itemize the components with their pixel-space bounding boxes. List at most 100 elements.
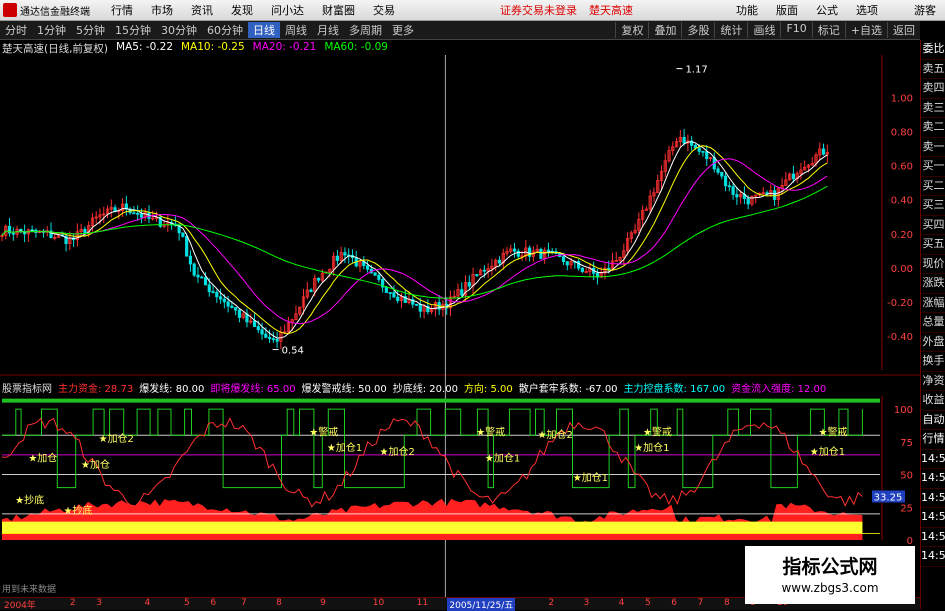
candle-body [512, 248, 517, 252]
candle-body [460, 289, 464, 296]
candle-body [260, 329, 264, 335]
candle-body [497, 259, 502, 264]
candle-body [467, 282, 471, 287]
candle-body [196, 274, 200, 278]
signal-label: ★警戒 [476, 425, 505, 438]
candle-body [203, 277, 208, 286]
indicator-legend-item: 爆发警戒线: 50.00 [301, 384, 387, 395]
y-tick-label: 0.00 [891, 264, 913, 275]
date-axis-tick: 4 [144, 598, 151, 608]
date-axis-tick: 4 [618, 598, 625, 608]
signal-label: ★加仓2 [538, 428, 573, 441]
sidebar-item[interactable]: 卖三 [921, 99, 945, 118]
future-data-note: 用到未来数据 [2, 585, 57, 595]
indicator-y-tick-label: 100 [894, 405, 913, 416]
y-tick-label: 0.60 [891, 162, 913, 173]
sidebar-item[interactable]: 买四 [921, 216, 945, 235]
date-axis-tick: 5 [183, 598, 190, 608]
sidebar-item[interactable]: 14:50 [921, 489, 945, 508]
sidebar-item[interactable]: 现价 [921, 255, 945, 274]
candle-body [821, 148, 826, 155]
sidebar-item[interactable]: 卖五 [921, 60, 945, 79]
sidebar-item[interactable]: 14:50 [921, 547, 945, 567]
signal-label: ★加仓 [81, 458, 110, 471]
candle-body [181, 232, 185, 237]
signal-label: ★警戒 [819, 425, 848, 438]
candle-body [343, 252, 347, 256]
candle-body [607, 267, 611, 270]
candle-body [271, 338, 275, 341]
candle-body [746, 198, 750, 205]
date-axis-tick: 10 [372, 598, 385, 608]
candle-body [418, 304, 422, 312]
indicator-legend-item: 资金流入强度: 12.00 [731, 384, 827, 395]
sidebar-item[interactable]: 收益 [921, 391, 945, 411]
candle-body [731, 186, 735, 195]
candle-body [234, 307, 238, 311]
indicator-legend-item: 方向: 5.00 [463, 384, 513, 395]
watermark-url: www.zbgs3.com [781, 581, 879, 595]
candle-body [256, 326, 260, 331]
sidebar-item[interactable]: 委比 [921, 40, 945, 60]
current-value-label: 33.25 [874, 492, 903, 503]
sidebar-item[interactable]: 卖二 [921, 118, 945, 138]
candle-body [580, 267, 584, 272]
sidebar-item[interactable]: 自动 [921, 411, 945, 430]
date-axis-tick: 2 [69, 598, 76, 608]
date-axis-tick: 8 [276, 598, 282, 608]
date-axis-tick: 2 [548, 598, 555, 608]
candle-body [377, 274, 381, 280]
candle-body [218, 296, 223, 300]
candle-body [384, 286, 388, 293]
sidebar-item[interactable]: 买二 [921, 177, 945, 196]
sidebar-item[interactable]: 卖四 [921, 79, 945, 99]
indicator-y-tick-label: 75 [900, 438, 913, 449]
candle-body [226, 301, 230, 307]
date-axis-tick: 3 [96, 598, 102, 608]
sidebar-item[interactable]: 14:50 [921, 450, 945, 469]
sidebar-item[interactable]: 外盘 [921, 333, 945, 352]
candle-body [373, 272, 377, 276]
date-axis-tick: 9 [320, 598, 326, 608]
candle-body [230, 305, 234, 308]
y-tick-label: 0.80 [891, 128, 913, 139]
candle-body [222, 298, 226, 303]
indicator-legend-item: 散户套牢系数: -67.00 [518, 384, 618, 395]
sidebar-item[interactable]: 总量 [921, 313, 945, 333]
candle-body [735, 194, 739, 198]
indicator-legend-item: 主力资金: 28.73 [58, 384, 134, 395]
sidebar-item[interactable]: 行情 [921, 430, 945, 450]
date-axis-tick: 11 [416, 598, 429, 608]
chart-canvas[interactable]: 1.00 0.80 0.60 0.40 0.20 0.00 -0.20 -0.40 1.17 0.… [0, 0, 945, 609]
sidebar-item[interactable]: 涨幅 [921, 294, 945, 313]
candle-body [207, 284, 211, 293]
signal-label: ★加仓2 [99, 432, 134, 445]
ma-line-ma10 [1, 145, 828, 334]
price-annotation: 0.54 [282, 346, 304, 357]
candle-body [316, 278, 321, 281]
sidebar-item[interactable]: 14:50 [921, 528, 945, 547]
date-axis-tick: 2005/11/25/五 [447, 598, 516, 611]
sidebar-item[interactable]: 买三 [921, 196, 945, 216]
candle-body [392, 292, 396, 298]
y-tick-label: -0.20 [887, 298, 913, 309]
candle-body [396, 296, 400, 301]
candle-body [705, 151, 709, 160]
ma-line-ma60 [1, 185, 828, 299]
sidebar-item[interactable]: 买五 [921, 235, 945, 255]
sidebar-item[interactable]: 换手 [921, 352, 945, 372]
sidebar-item[interactable]: 14:50 [921, 508, 945, 528]
y-tick-label: 0.40 [891, 196, 913, 207]
sidebar-item[interactable]: 买一 [921, 157, 945, 177]
sidebar-item[interactable]: 14:50 [921, 469, 945, 489]
candle-body [264, 333, 268, 338]
signal-label: ★加仓1 [810, 445, 845, 458]
candle-body [237, 309, 242, 318]
sidebar-item[interactable]: 涨跌 [921, 274, 945, 294]
candle-body [561, 256, 566, 263]
candles-group [0, 129, 829, 349]
signal-label: ★抄底 [15, 493, 44, 506]
sidebar-item[interactable]: 卖一 [921, 138, 945, 157]
indicator-y-tick-label: 50 [900, 471, 913, 482]
sidebar-item[interactable]: 净资 [921, 372, 945, 391]
